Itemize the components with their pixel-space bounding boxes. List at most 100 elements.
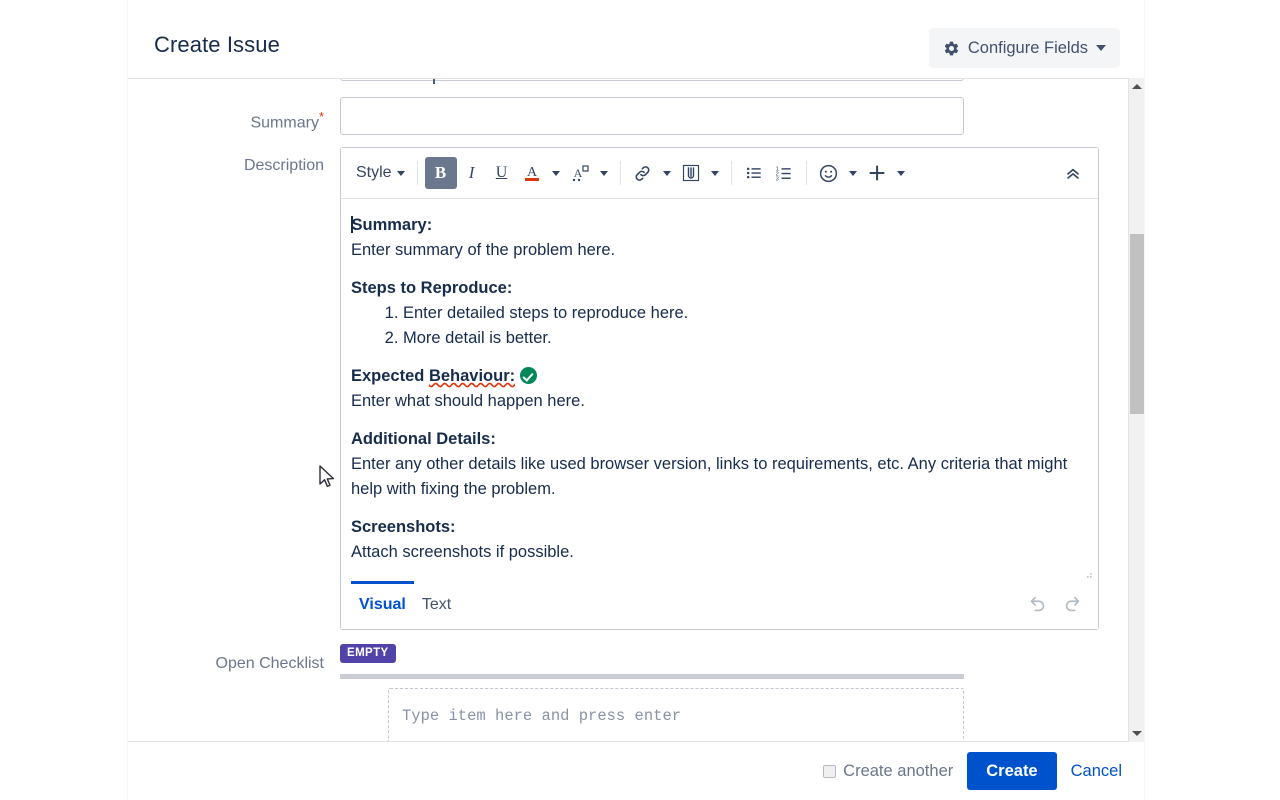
cancel-link[interactable]: Cancel [1071, 762, 1122, 781]
numbered-list-icon: 1 2 3 [775, 167, 791, 183]
dialog-scroll-body: Summary* Description Style B I U A A 1 2… [128, 78, 1144, 742]
highlight-color-group: A [565, 157, 613, 189]
chevron-down-icon [599, 170, 608, 176]
bullet-list-icon [746, 167, 761, 179]
screenshots-block: Screenshots: Attach screenshots if possi… [351, 515, 1082, 565]
numbered-list-button[interactable]: 1 2 3 [769, 157, 799, 189]
emoji-button[interactable] [814, 157, 844, 189]
screenshots-heading: Screenshots: [351, 518, 456, 536]
expected-behaviour-heading: Expected Behaviour: [351, 364, 1082, 389]
summary-block: Summary: Enter summary of the problem he… [351, 213, 1082, 263]
summary-input[interactable] [340, 97, 964, 135]
toolbar-divider [619, 161, 621, 185]
configure-fields-button[interactable]: Configure Fields [928, 28, 1120, 68]
svg-text:3: 3 [775, 177, 778, 183]
emoji-icon [819, 164, 838, 182]
insert-more-button[interactable] [862, 157, 892, 189]
text-color-button[interactable]: A [517, 157, 547, 189]
partially-scrolled-field-caret [433, 79, 435, 84]
underline-button[interactable]: U [487, 157, 517, 189]
chevron-down-icon [848, 170, 857, 176]
scrollbar-thumb[interactable] [1130, 234, 1144, 414]
bold-label: B [434, 163, 447, 182]
chevron-down-icon [1096, 45, 1106, 51]
additional-details-text: Enter any other details like used browse… [351, 455, 1068, 498]
create-another-checkbox[interactable] [823, 764, 837, 778]
open-checklist-label: Open Checklist [215, 655, 325, 672]
expected-behaviour-text: Enter what should happen here. [351, 392, 585, 410]
steps-heading: Steps to Reproduce: [351, 279, 513, 297]
bold-button[interactable]: B [424, 157, 457, 189]
additional-details-block: Additional Details: Enter any other deta… [351, 427, 1082, 502]
history-controls [1026, 593, 1084, 615]
page-title: Create Issue [154, 32, 280, 57]
tab-text[interactable]: Text [414, 581, 459, 625]
screenshots-text: Attach screenshots if possible. [351, 543, 574, 561]
vertical-scrollbar[interactable] [1128, 78, 1144, 742]
misspelled-word: Behaviour: [428, 367, 516, 385]
list-item: More detail is better. [403, 326, 1082, 351]
undo-icon[interactable] [1026, 593, 1048, 615]
attachment-button[interactable] [676, 157, 706, 189]
highlight-color-button[interactable]: A [565, 157, 595, 189]
highlight-color-icon: A [572, 165, 589, 182]
underline-label: U [495, 164, 508, 181]
dialog-footer: Create another Create Cancel [128, 742, 1144, 800]
steps-block: Steps to Reproduce: Enter detailed steps… [351, 276, 1082, 351]
highlight-color-dropdown[interactable] [595, 157, 613, 189]
scroll-up-arrow[interactable] [1129, 78, 1145, 95]
redo-icon[interactable] [1062, 593, 1084, 615]
style-dropdown[interactable]: Style [351, 157, 410, 189]
create-another-label[interactable]: Create another [843, 762, 953, 781]
tab-visual[interactable]: Visual [351, 580, 414, 625]
italic-button[interactable]: I [457, 157, 487, 189]
summary-body-text: Enter summary of the problem here. [351, 241, 616, 259]
dialog-header: Create Issue Configure Fields [128, 0, 1144, 78]
paperclip-icon [682, 164, 699, 182]
link-dropdown[interactable] [658, 157, 676, 189]
chevron-down-icon [710, 170, 719, 176]
description-rich-text-editor: Style B I U A A 1 2 3 Summary: Enter sum… [340, 147, 1099, 630]
list-item: Enter detailed steps to reproduce here. [403, 301, 1082, 326]
checklist-item-input[interactable] [388, 688, 964, 741]
svg-text:A: A [527, 165, 538, 180]
required-marker: * [318, 109, 324, 124]
gear-icon [944, 41, 958, 55]
toolbar-divider [730, 161, 732, 185]
toolbar-divider [416, 161, 418, 185]
editor-footer: Visual Text [341, 579, 1098, 629]
summary-heading: Summary: [351, 213, 1082, 238]
check-circle-icon [520, 367, 538, 384]
link-button[interactable] [628, 157, 658, 189]
open-checklist-area: EMPTY [340, 643, 964, 663]
summary-heading-text: Summary: [351, 216, 433, 234]
bullet-list-button[interactable] [739, 157, 769, 189]
collapse-toolbar-button[interactable] [1058, 157, 1088, 189]
link-icon [635, 165, 650, 181]
chevron-down-icon [396, 170, 405, 176]
create-issue-dialog: Create Issue Configure Fields Summary* D… [128, 0, 1144, 800]
text-color-icon: A [524, 165, 539, 181]
expected-behaviour-block: Expected Behaviour: Enter what should ha… [351, 364, 1082, 414]
chevron-down-icon [896, 170, 905, 176]
text-color-dropdown[interactable] [547, 157, 565, 189]
toolbar-divider [805, 161, 807, 185]
attachment-group [676, 157, 724, 189]
plus-icon [869, 165, 884, 181]
text-color-group: A [517, 157, 565, 189]
create-button[interactable]: Create [967, 752, 1057, 790]
description-editor-content[interactable]: Summary: Enter summary of the problem he… [341, 199, 1098, 579]
scroll-down-arrow[interactable] [1129, 725, 1145, 742]
style-dropdown-label: Style [356, 164, 392, 181]
configure-fields-label: Configure Fields [967, 38, 1088, 57]
insert-more-dropdown[interactable] [892, 157, 910, 189]
additional-details-heading: Additional Details: [351, 430, 496, 448]
emoji-dropdown[interactable] [844, 157, 862, 189]
expected-heading-prefix: Expected [351, 367, 429, 385]
attachment-dropdown[interactable] [706, 157, 724, 189]
link-group [628, 157, 676, 189]
emoji-group [814, 157, 862, 189]
steps-list: Enter detailed steps to reproduce here. … [351, 301, 1082, 351]
triangle-up-icon [1132, 84, 1142, 89]
chevron-double-up-icon [1067, 168, 1079, 179]
